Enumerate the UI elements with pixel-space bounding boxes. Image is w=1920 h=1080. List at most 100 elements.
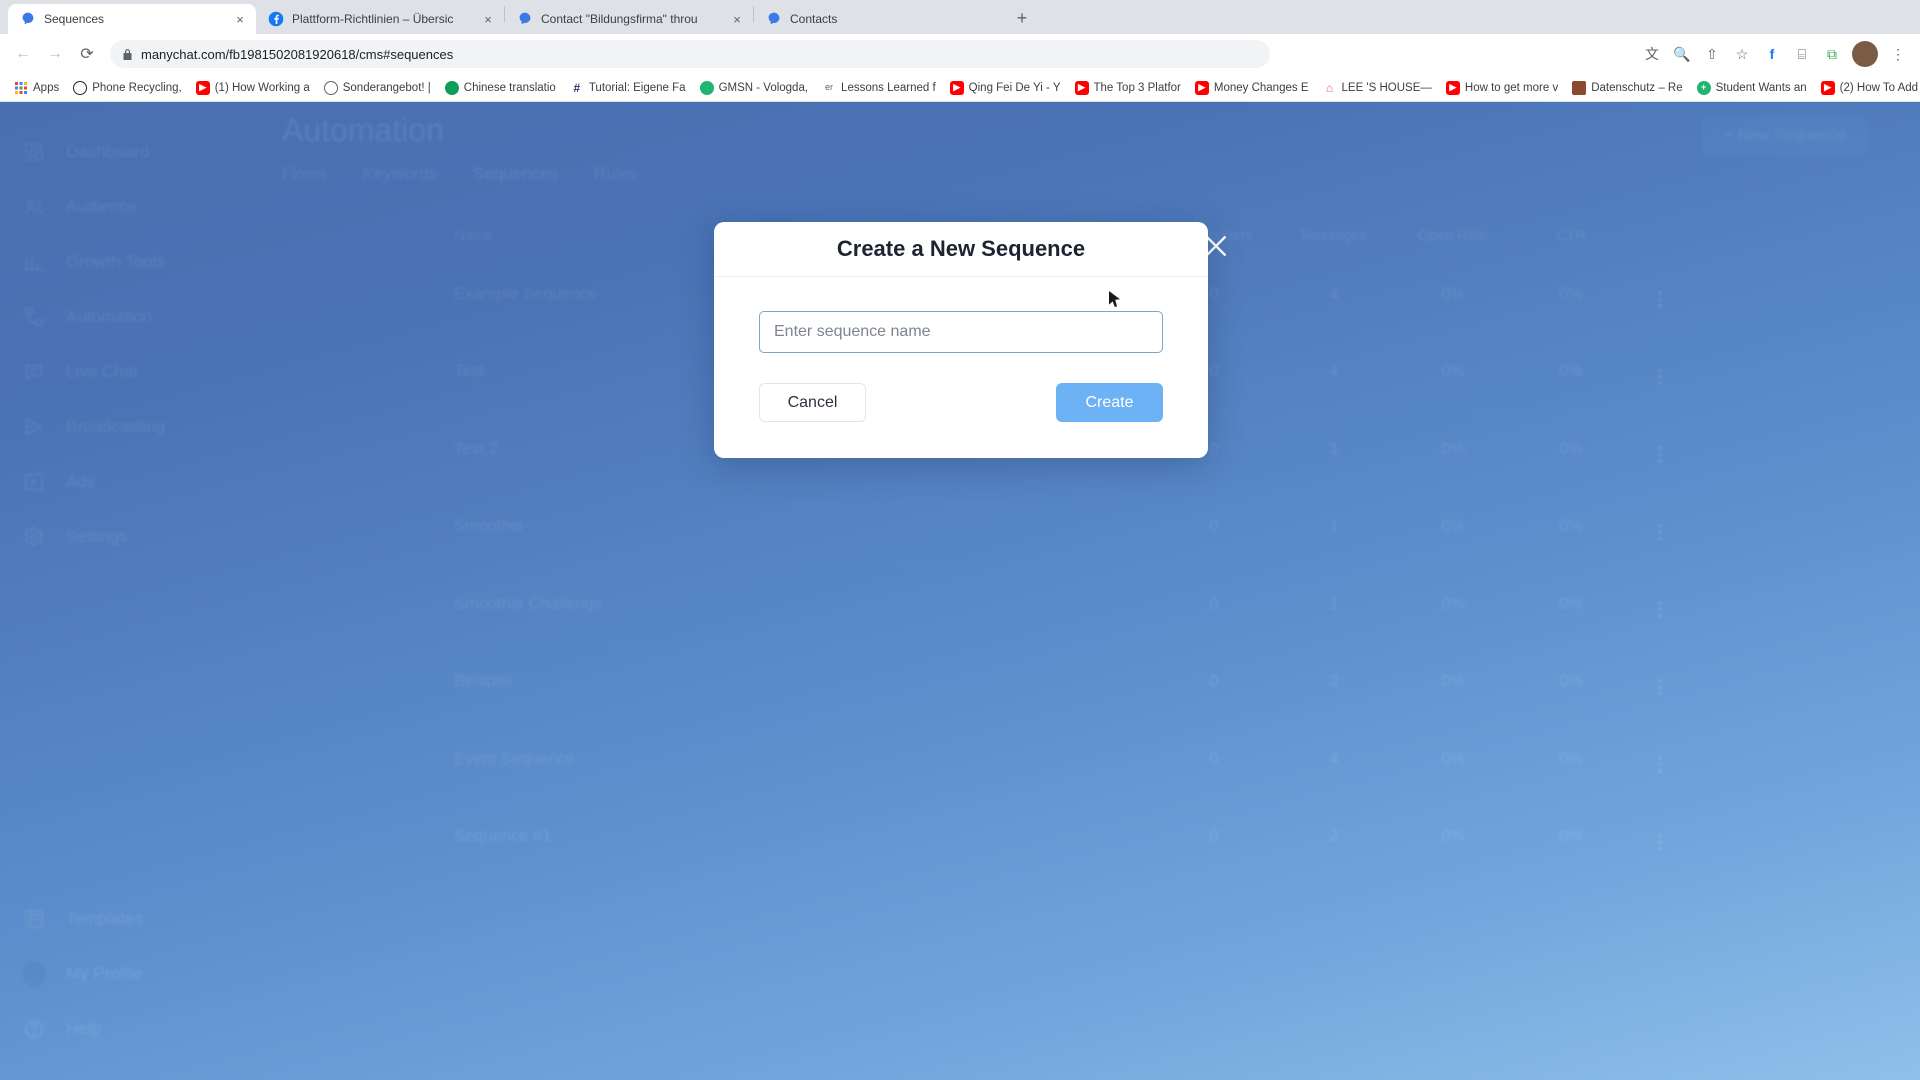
table-row[interactable]: Event Sequence 0 4 0% 0%	[452, 721, 1690, 799]
more-vertical-icon	[1658, 446, 1662, 463]
forward-button[interactable]: →	[40, 39, 70, 69]
create-button[interactable]: Create	[1056, 383, 1163, 422]
bookmark-apps[interactable]: Apps	[8, 79, 65, 97]
bookmark-item[interactable]: Phone Recycling,	[67, 79, 188, 97]
airbnb-icon: ⌂	[1325, 80, 1334, 95]
bookmark-item[interactable]: # Tutorial: Eigene Fa	[564, 79, 692, 97]
cell-subscribers: 0	[1209, 594, 1219, 613]
bookmark-label: Datenschutz – Re	[1591, 81, 1683, 94]
new-tab-button[interactable]: +	[1008, 4, 1036, 32]
facebook-icon	[268, 11, 284, 27]
globe-icon	[323, 80, 338, 95]
address-bar[interactable]: manychat.com/fb1981502081920618/cms#sequ…	[110, 40, 1270, 68]
youtube-icon: ▶	[1820, 80, 1835, 95]
cell-ctr: 0%	[1559, 439, 1583, 458]
bookmark-label: Phone Recycling,	[92, 81, 182, 94]
zoom-icon[interactable]: 🔍	[1668, 40, 1696, 68]
bookmark-label: Qing Fei De Yi - Y	[968, 81, 1061, 94]
more-vertical-icon	[1658, 833, 1662, 851]
browser-tab-1[interactable]: Sequences ×	[8, 4, 256, 34]
browser-tab-3[interactable]: Contact "Bildungsfirma" throu ×	[505, 4, 753, 34]
share-icon[interactable]: ⇧	[1698, 40, 1726, 68]
table-row[interactable]: Smoothie 0 1 0% 0%	[452, 489, 1690, 566]
sidebar-item-broadcasting[interactable]: Broadcasting	[0, 399, 255, 454]
sidebar-item-settings[interactable]: Settings	[0, 509, 255, 564]
sidebar-item-audience[interactable]: Audience	[0, 179, 255, 234]
cancel-button[interactable]: Cancel	[759, 383, 866, 422]
bookmark-item[interactable]: ▶ Money Changes E	[1189, 79, 1315, 97]
bookmark-item[interactable]: Chinese translatio	[439, 79, 562, 97]
facebook-extension-icon[interactable]: f	[1758, 40, 1786, 68]
row-menu-button[interactable]	[1630, 436, 1690, 463]
table-row[interactable]: Beispiel 0 3 0% 0%	[452, 644, 1690, 721]
row-menu-button[interactable]	[1630, 358, 1690, 386]
bookmarks-bar: Apps Phone Recycling, ▶ (1) How Working …	[0, 74, 1920, 102]
bookmark-star-icon[interactable]: ☆	[1728, 40, 1756, 68]
new-sequence-button[interactable]: + New Sequence	[1701, 116, 1868, 156]
tab-sequences[interactable]: Sequences	[473, 164, 558, 184]
sidebar-item-my-profile[interactable]: My Profile	[0, 946, 255, 1001]
bookmark-item[interactable]: er Lessons Learned f	[816, 79, 942, 97]
chrome-menu-icon[interactable]: ⋮	[1884, 40, 1912, 68]
bookmark-label: Apps	[33, 81, 60, 94]
bookmark-label: Money Changes E	[1213, 81, 1309, 94]
browser-tab-2[interactable]: Plattform-Richtlinien – Übersic ×	[256, 4, 504, 34]
bookmark-item[interactable]: ▶ (1) How Working a	[190, 79, 316, 97]
bookmark-item[interactable]: ▶ Qing Fei De Yi - Y	[944, 79, 1067, 97]
bookmark-item[interactable]: GMSN - Vologda,	[694, 79, 814, 97]
tab-title: Contact "Bildungsfirma" throu	[541, 12, 698, 26]
table-row[interactable]: Smoothie Challenge 0 1 0% 0%	[452, 566, 1690, 644]
bookmark-label: Sonderangebot! |	[342, 81, 431, 94]
close-icon[interactable]: ×	[480, 11, 496, 27]
bookmark-item[interactable]: Sonderangebot! |	[318, 79, 437, 97]
sidebar-item-label: Broadcasting	[66, 416, 166, 436]
tab-keywords[interactable]: Keywords	[362, 164, 437, 184]
row-menu-button[interactable]	[1630, 591, 1690, 618]
bookmark-item[interactable]: ▶ How to get more v	[1440, 79, 1564, 97]
gear-icon	[22, 525, 46, 549]
row-menu-button[interactable]	[1630, 513, 1690, 541]
back-button[interactable]: ←	[8, 39, 38, 69]
sidebar-item-growth-tools[interactable]: Growth Tools	[0, 234, 255, 289]
page-viewport: Dashboard Audience Growth Tools Automati…	[0, 102, 1920, 1080]
sidebar-item-dashboard[interactable]: Dashboard	[0, 124, 255, 179]
youtube-icon: ▶	[1194, 80, 1209, 95]
puzzle-extension-icon[interactable]: ⧉	[1818, 40, 1846, 68]
bookmark-item[interactable]: + Student Wants an	[1691, 79, 1813, 97]
bookmark-item[interactable]: ▶ The Top 3 Platfor	[1069, 79, 1187, 97]
grid-extension-icon[interactable]: ⌸	[1788, 40, 1816, 68]
sidebar-item-templates[interactable]: Templates	[0, 891, 255, 946]
sequence-name-input[interactable]	[759, 311, 1163, 353]
row-menu-button[interactable]	[1630, 668, 1690, 696]
row-menu-button[interactable]	[1630, 281, 1690, 308]
translate-icon[interactable]: 文	[1638, 40, 1666, 68]
bookmark-item[interactable]: Datenschutz – Re	[1566, 79, 1688, 97]
bookmark-item[interactable]: ⌂ LEE 'S HOUSE—	[1317, 79, 1438, 97]
bookmark-item[interactable]: ▶ (2) How To Add A	[1815, 79, 1920, 97]
close-icon[interactable]: ×	[232, 11, 248, 27]
cell-open-rate: 0%	[1441, 362, 1465, 381]
row-menu-button[interactable]	[1630, 823, 1690, 851]
cell-messages: 4	[1329, 749, 1339, 768]
cell-messages: 2	[1329, 827, 1339, 846]
cell-ctr: 0%	[1559, 827, 1583, 846]
sidebar-item-live-chat[interactable]: Live Chat	[0, 344, 255, 399]
more-vertical-icon	[1658, 678, 1662, 696]
profile-avatar[interactable]	[1852, 41, 1878, 67]
cell-subscribers: 0	[1209, 827, 1219, 846]
sidebar-item-ads[interactable]: Ads	[0, 454, 255, 509]
sidebar: Dashboard Audience Growth Tools Automati…	[0, 102, 255, 1080]
tab-rules[interactable]: Rules	[594, 164, 637, 184]
cell-messages: 1	[1329, 517, 1339, 536]
growth-tools-icon	[22, 250, 46, 274]
close-icon[interactable]: ×	[729, 11, 745, 27]
reload-button[interactable]: ⟳	[72, 39, 102, 69]
table-row[interactable]: Sequence #1 0 2 0% 0%	[452, 799, 1690, 876]
sidebar-item-help[interactable]: Help	[0, 1001, 255, 1056]
tab-flows[interactable]: Flows	[282, 164, 326, 184]
browser-tab-4[interactable]: Contacts	[754, 4, 1002, 34]
row-menu-button[interactable]	[1630, 746, 1690, 773]
sidebar-item-automation[interactable]: Automation	[0, 289, 255, 344]
sidebar-item-label: Growth Tools	[66, 251, 165, 271]
manychat-icon	[20, 11, 36, 27]
